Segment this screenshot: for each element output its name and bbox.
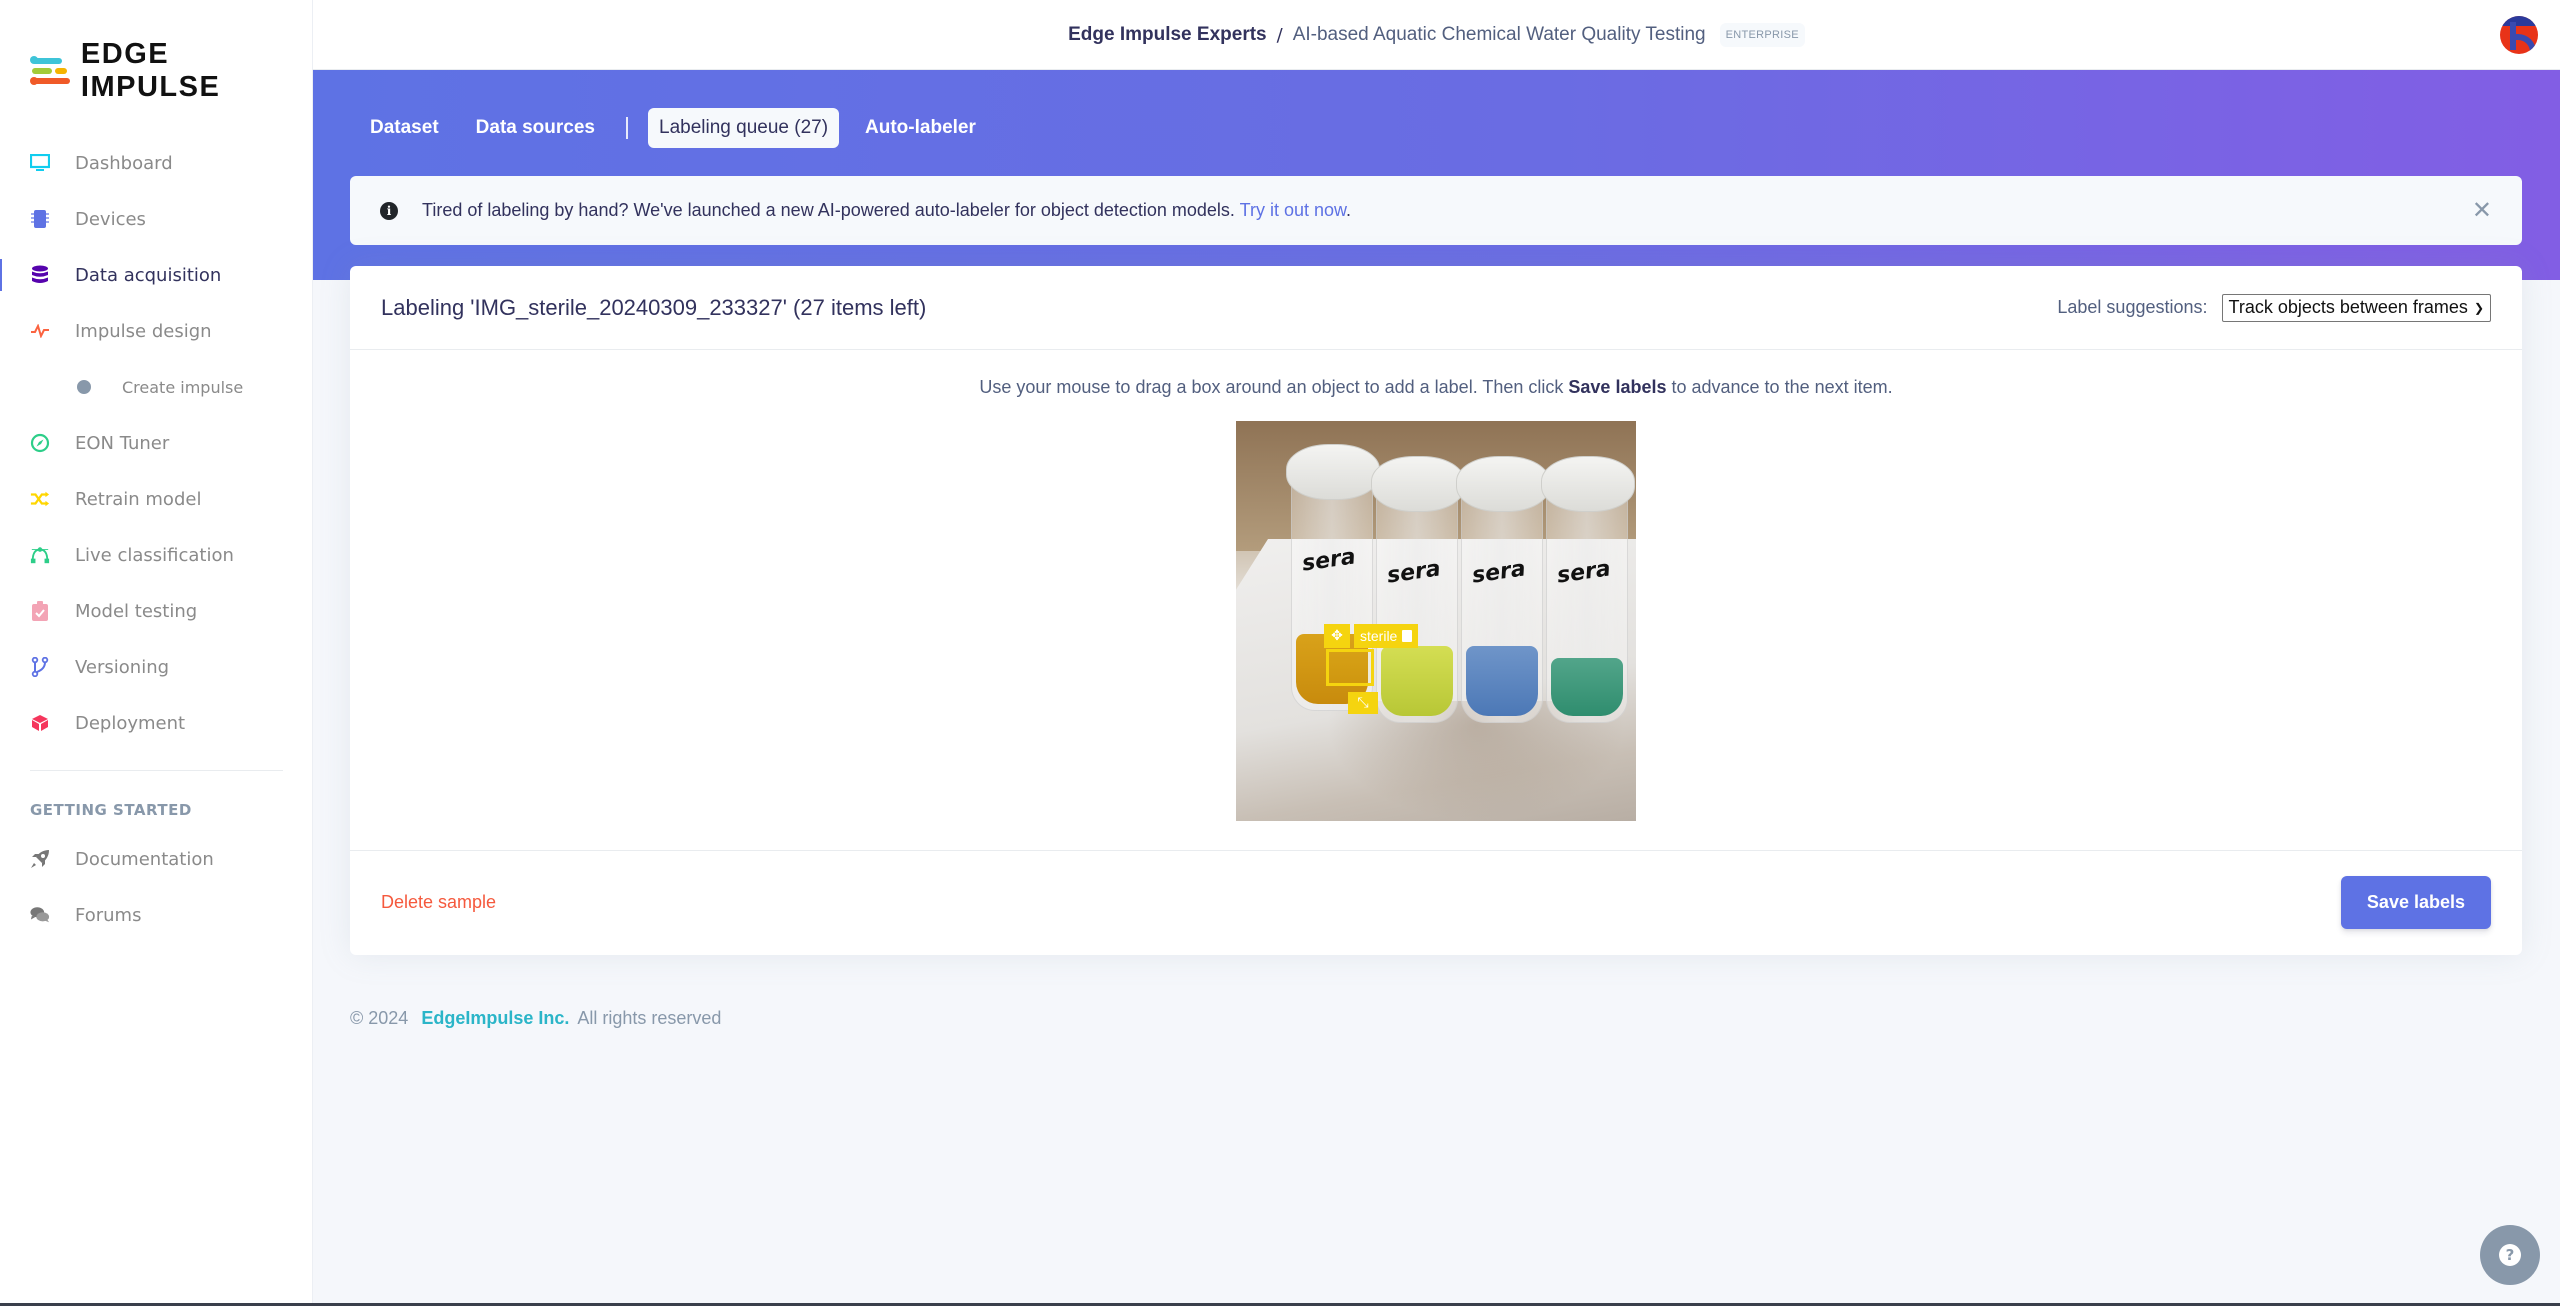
sidebar-item-label: Devices: [75, 208, 146, 230]
sidebar-item-data-acquisition[interactable]: Data acquisition: [0, 247, 313, 303]
instructions-text: Use your mouse to drag a box around an o…: [979, 377, 1569, 397]
user-avatar[interactable]: [2500, 16, 2538, 54]
chevron-down-icon: ❯: [2473, 300, 2484, 315]
sidebar-item-label: Deployment: [75, 712, 186, 734]
top-header: Edge Impulse Experts / AI-based Aquatic …: [313, 0, 2560, 70]
shuffle-icon: [30, 489, 50, 509]
sidebar-nav: Dashboard Devices Data acquisition Impul…: [0, 135, 313, 943]
help-button[interactable]: ?: [2480, 1225, 2540, 1285]
sidebar-item-label: Create impulse: [122, 377, 244, 397]
logo-text: EDGE IMPULSE: [80, 38, 221, 103]
vial-image: sera: [1456, 456, 1550, 723]
auto-labeler-banner: i Tired of labeling by hand? We've launc…: [350, 176, 2522, 245]
banner-suffix: .: [1346, 200, 1352, 220]
label-suggestions: Label suggestions: Track objects between…: [2057, 293, 2491, 322]
sidebar-section-heading: GETTING STARTED: [30, 801, 192, 819]
label-suggestions-select[interactable]: Track objects between frames ❯: [2221, 293, 2491, 322]
git-branch-icon: [30, 657, 50, 677]
sidebar-item-deployment[interactable]: Deployment: [0, 695, 313, 751]
sidebar-item-forums[interactable]: Forums: [0, 887, 313, 943]
save-labels-button[interactable]: Save labels: [2340, 876, 2491, 929]
tab-data-sources[interactable]: Data sources: [465, 108, 606, 148]
instructions-text-end: to advance to the next item.: [1666, 377, 1893, 397]
labeling-card-header: Labeling 'IMG_sterile_20240309_233327' (…: [350, 266, 2522, 350]
move-icon[interactable]: ✥: [1324, 624, 1350, 648]
label-suggestions-value: Track objects between frames: [2228, 297, 2468, 317]
labeling-card-body: Use your mouse to drag a box around an o…: [350, 350, 2522, 851]
sidebar-item-create-impulse[interactable]: Create impulse: [0, 359, 313, 415]
breadcrumb-separator: /: [1276, 24, 1283, 46]
sidebar-item-label: Retrain model: [75, 488, 202, 510]
labeling-canvas[interactable]: sera sera sera sera ✥ sterile ⤡: [1236, 421, 1636, 821]
breadcrumb: Edge Impulse Experts / AI-based Aquatic …: [313, 0, 2560, 70]
tab-labeling-queue[interactable]: Labeling queue (27): [648, 108, 840, 148]
sidebar-item-model-testing[interactable]: Model testing: [0, 583, 313, 639]
banner-text: Tired of labeling by hand? We've launche…: [422, 200, 1240, 220]
resize-icon[interactable]: ⤡: [1348, 692, 1378, 714]
sidebar-item-live-classification[interactable]: Live classification: [0, 527, 313, 583]
sidebar-item-label: Model testing: [75, 600, 198, 622]
chip-icon: [30, 209, 50, 229]
trash-icon[interactable]: [1402, 630, 1413, 642]
labeling-title: Labeling 'IMG_sterile_20240309_233327' (…: [381, 294, 927, 320]
bounding-box[interactable]: [1326, 649, 1374, 686]
company-link[interactable]: EdgeImpulse Inc.: [421, 1008, 569, 1028]
tab-dataset[interactable]: Dataset: [359, 108, 450, 148]
sidebar-item-label: Versioning: [75, 656, 170, 678]
monitor-icon: [30, 153, 50, 173]
sidebar-item-devices[interactable]: Devices: [0, 191, 313, 247]
sidebar-item-eon-tuner[interactable]: EON Tuner: [0, 415, 313, 471]
sidebar-item-retrain-model[interactable]: Retrain model: [0, 471, 313, 527]
bounding-box-label-text: sterile: [1360, 628, 1398, 644]
sidebar-item-documentation[interactable]: Documentation: [0, 831, 313, 887]
breadcrumb-project[interactable]: AI-based Aquatic Chemical Water Quality …: [1293, 24, 1706, 46]
sidebar-item-label: Impulse design: [75, 320, 212, 342]
info-icon: i: [380, 201, 398, 220]
sidebar-item-label: Live classification: [75, 544, 234, 566]
close-icon[interactable]: ✕: [2472, 198, 2492, 222]
labeling-card: Labeling 'IMG_sterile_20240309_233327' (…: [350, 266, 2522, 955]
sidebar-item-versioning[interactable]: Versioning: [0, 639, 313, 695]
data-acquisition-tabs: Dataset Data sources Labeling queue (27)…: [359, 108, 1002, 148]
logo-icon: [30, 56, 71, 86]
vial-image: sera: [1541, 456, 1635, 723]
clipboard-check-icon: [30, 601, 50, 621]
cube-icon: [30, 713, 50, 733]
bezier-icon: [30, 545, 50, 565]
bounding-box-label[interactable]: sterile: [1354, 624, 1419, 648]
copyright-footer: © 2024 EdgeImpulse Inc. All rights reser…: [350, 1008, 721, 1029]
sidebar-item-label: EON Tuner: [75, 432, 170, 454]
tab-separator: [626, 117, 628, 139]
copyright-year: © 2024: [350, 1008, 409, 1028]
sidebar-item-impulse-design[interactable]: Impulse design: [0, 303, 313, 359]
sidebar-item-label: Data acquisition: [75, 264, 222, 286]
sidebar-item-label: Forums: [75, 904, 142, 926]
tab-auto-labeler[interactable]: Auto-labeler: [854, 108, 987, 148]
edge-impulse-logo[interactable]: EDGE IMPULSE: [30, 38, 312, 104]
vial-image: sera: [1371, 456, 1465, 723]
dot-icon: [77, 380, 91, 394]
compass-icon: [30, 433, 50, 453]
breadcrumb-organization[interactable]: Edge Impulse Experts: [1068, 24, 1267, 46]
pulse-icon: [30, 321, 50, 341]
comments-icon: [30, 905, 50, 925]
banner-message: Tired of labeling by hand? We've launche…: [422, 200, 1351, 221]
sidebar-item-label: Dashboard: [75, 152, 173, 174]
labeling-card-footer: Delete sample Save labels: [350, 851, 2522, 954]
delete-sample-link[interactable]: Delete sample: [381, 892, 496, 913]
rocket-icon: [30, 849, 50, 869]
rights-text: All rights reserved: [577, 1008, 722, 1028]
sidebar: EDGE IMPULSE Dashboard Devices Data acqu…: [0, 0, 313, 1303]
database-icon: [30, 265, 50, 285]
label-suggestions-label: Label suggestions:: [2057, 297, 2208, 317]
sidebar-item-dashboard[interactable]: Dashboard: [0, 135, 313, 191]
question-icon: ?: [2499, 1244, 2521, 1266]
instructions-bold: Save labels: [1568, 377, 1667, 397]
sidebar-item-label: Documentation: [75, 848, 214, 870]
try-it-out-link[interactable]: Try it out now: [1240, 200, 1346, 220]
page-header-band: Dataset Data sources Labeling queue (27)…: [313, 70, 2560, 280]
enterprise-badge: ENTERPRISE: [1719, 23, 1805, 47]
labeling-instructions: Use your mouse to drag a box around an o…: [350, 377, 2522, 398]
